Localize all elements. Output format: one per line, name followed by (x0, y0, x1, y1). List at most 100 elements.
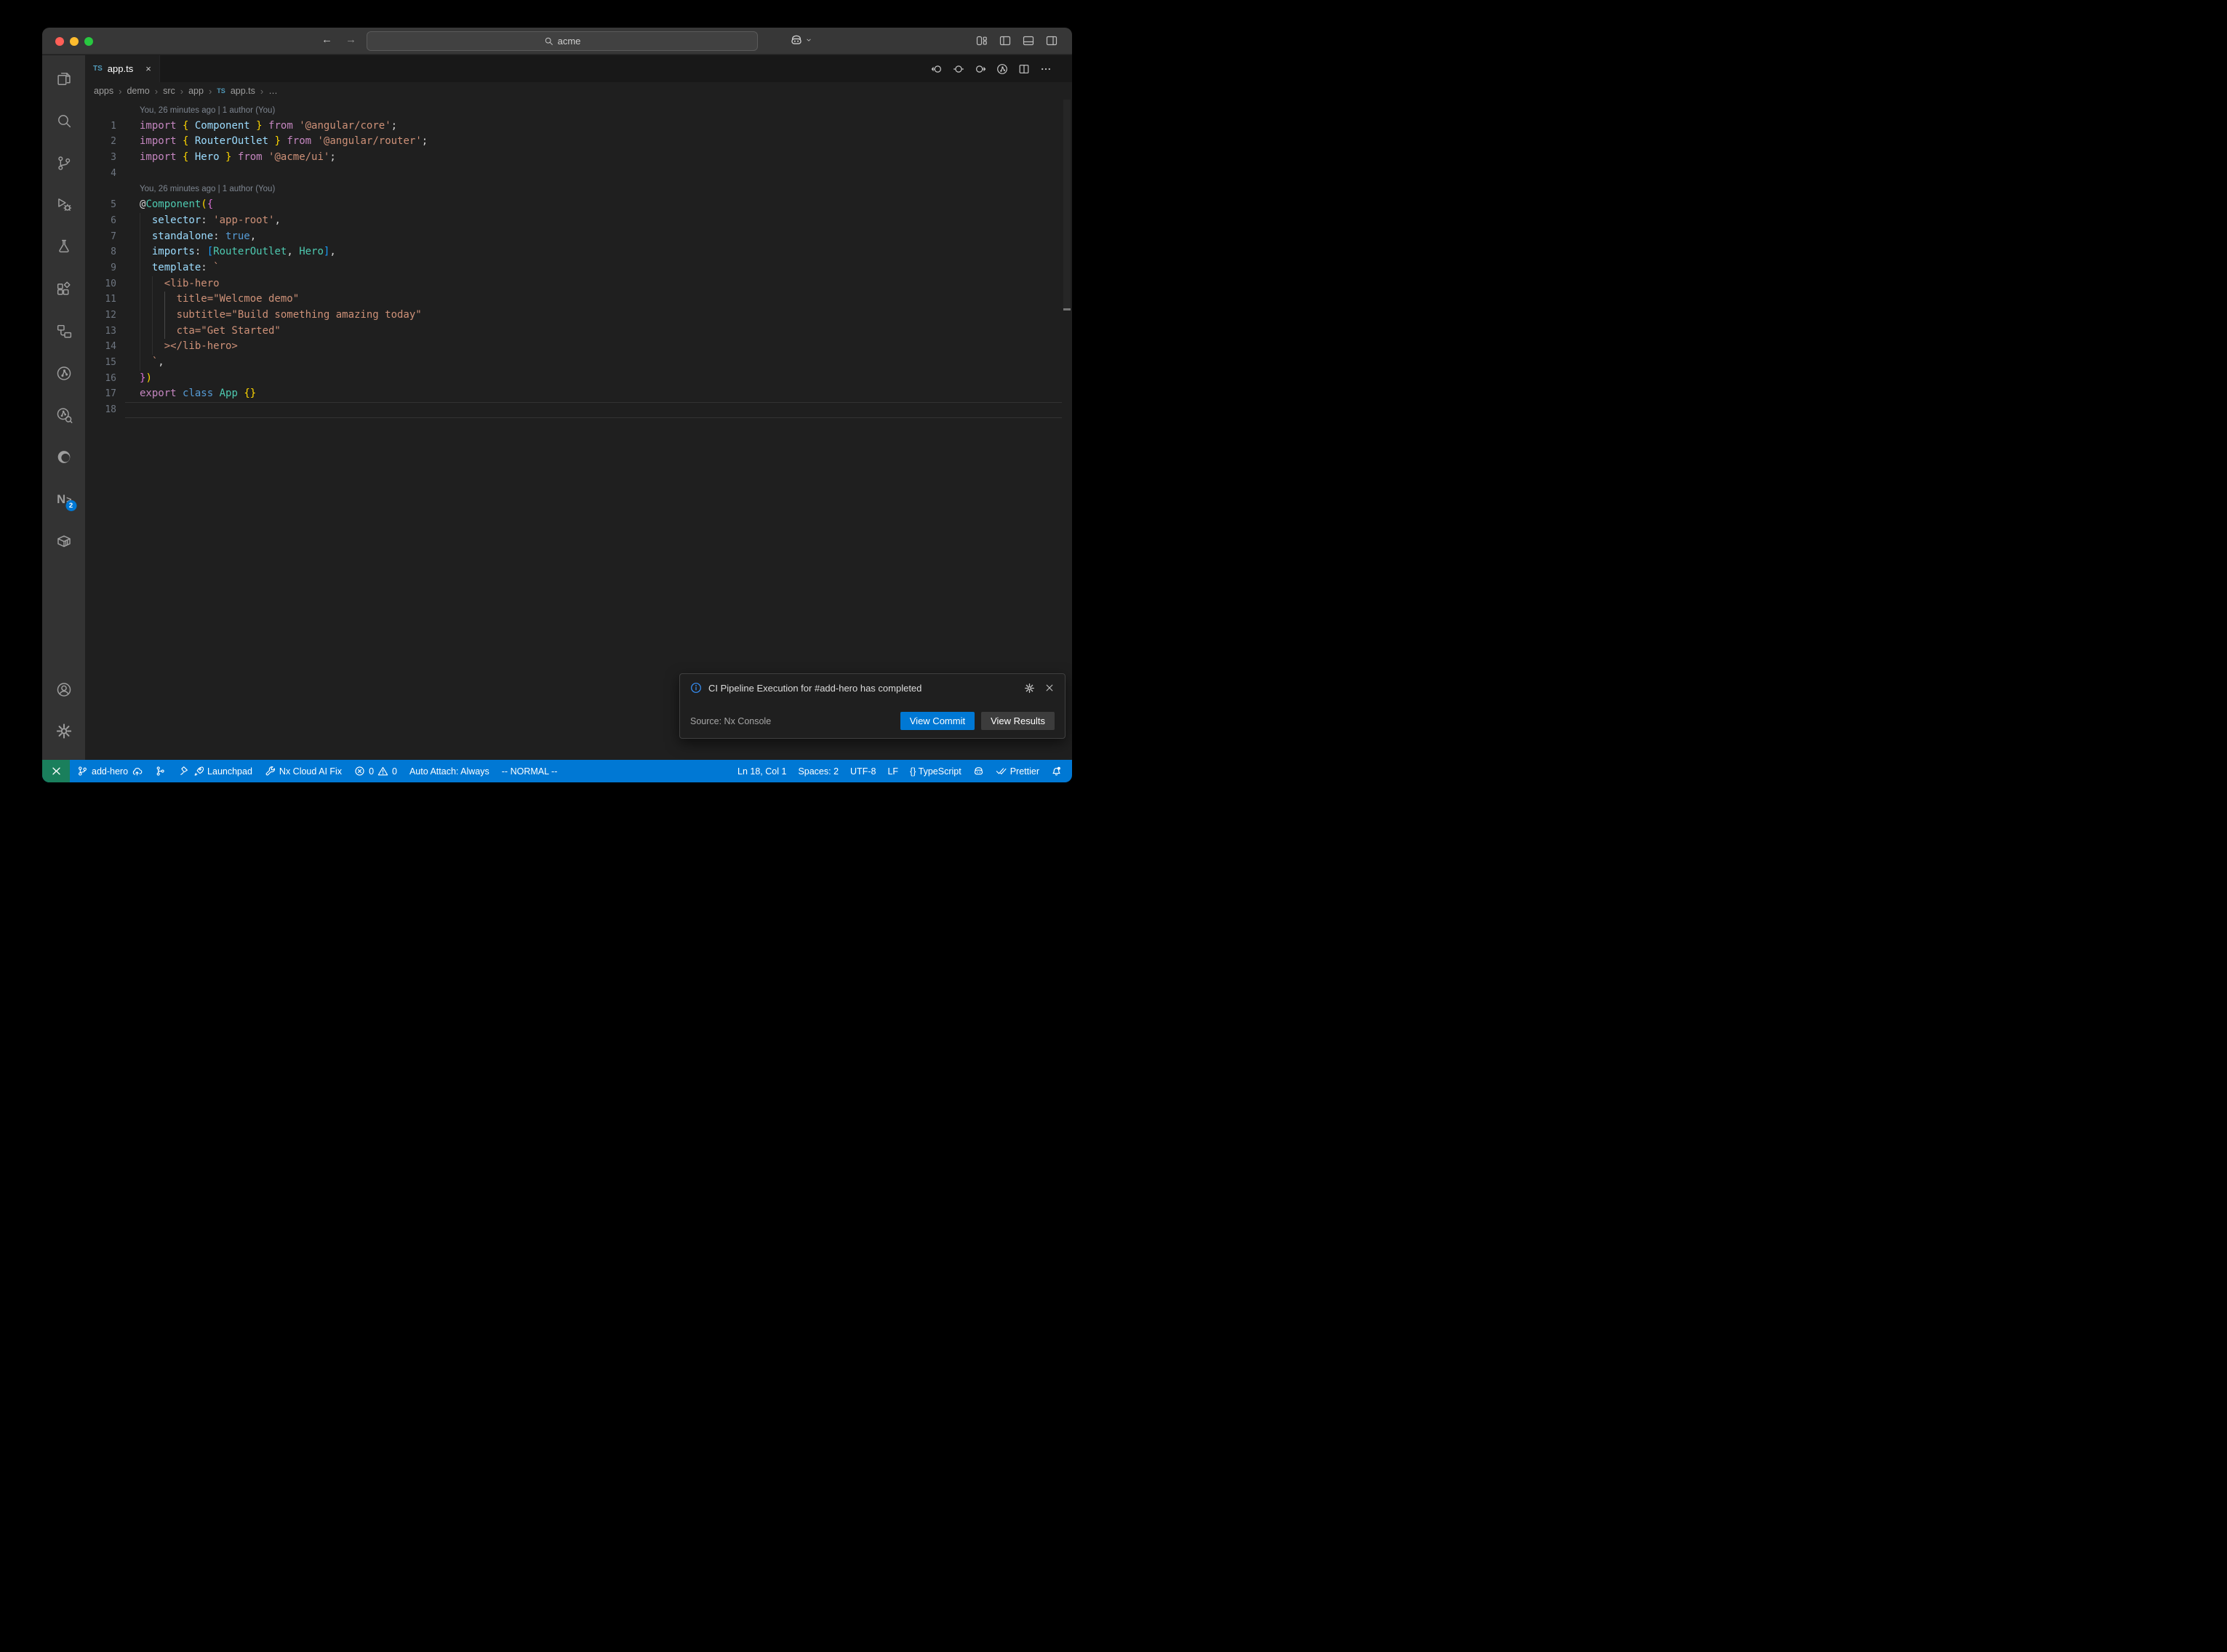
activity-item-containers[interactable] (55, 532, 73, 550)
zoom-button[interactable] (84, 37, 93, 46)
close-tab-icon[interactable]: × (145, 63, 151, 74)
line-number: 15 (85, 355, 116, 371)
statusbar-item-git-graph[interactable] (155, 766, 166, 777)
breadcrumb-item[interactable]: src (163, 86, 175, 96)
status-bar: add-hero Launchpad Nx Cloud AI Fix 00 Auto A… (42, 760, 1072, 782)
git-branch-icon (77, 766, 88, 777)
line-number: 6 (85, 213, 116, 229)
activity-item-edge-tools[interactable] (55, 448, 73, 466)
activity-item-extensions[interactable] (55, 280, 73, 298)
line-content: selector: 'app-root', (140, 213, 281, 229)
line-number: 4 (85, 166, 116, 182)
wrench-icon (265, 766, 276, 777)
nav-forward-circle-icon[interactable] (975, 63, 986, 75)
code-line: 4 (85, 166, 1072, 182)
statusbar-label: 0 (369, 766, 374, 777)
command-center-search[interactable]: acme (367, 31, 758, 51)
rocket-icon (193, 766, 204, 777)
desktop: ← → acme N>2 TS app.ts × (0, 0, 1114, 826)
chevron-down-icon (805, 36, 812, 44)
statusbar-item-problems[interactable]: 00 (354, 766, 397, 777)
breadcrumb-separator: › (260, 86, 263, 97)
toggle-secondary-sidebar-icon[interactable] (1046, 35, 1057, 47)
statusbar-item-eol[interactable]: LF (887, 766, 898, 777)
minimize-button[interactable] (70, 37, 79, 46)
breadcrumb-overflow[interactable]: … (268, 86, 278, 96)
toggle-panel-icon[interactable] (1023, 35, 1034, 47)
statusbar-item-auto-attach[interactable]: Auto Attach: Always (409, 766, 489, 777)
remote-indicator[interactable] (42, 760, 70, 782)
statusbar-item-indentation[interactable]: Spaces: 2 (798, 766, 839, 777)
line-content: import { Component } from '@angular/core… (140, 119, 397, 135)
activity-item-explorer[interactable] (55, 70, 73, 88)
activity-item-source-control[interactable] (55, 154, 73, 172)
activity-item-testing[interactable] (55, 238, 73, 256)
statusbar-label: UTF-8 (850, 766, 876, 777)
navigate-forward-button[interactable]: → (345, 33, 356, 46)
breadcrumb-item[interactable]: app (188, 86, 204, 96)
line-number: 3 (85, 150, 116, 166)
breadcrumb-item[interactable]: demo (127, 86, 149, 96)
nav-back-circle-icon[interactable] (931, 63, 943, 75)
statusbar-item-nx-cloud-ai-fix[interactable]: Nx Cloud AI Fix (265, 766, 342, 777)
close-button[interactable] (55, 37, 64, 46)
view-commit-button[interactable]: View Commit (900, 712, 975, 730)
breadcrumb-item[interactable]: apps (94, 86, 113, 96)
view-results-button[interactable]: View Results (981, 712, 1055, 730)
activity-item-run-and-debug[interactable] (55, 196, 73, 214)
copilot-icon (973, 766, 984, 777)
statusbar-item-copilot[interactable] (973, 766, 984, 777)
current-line-highlight (125, 402, 1062, 418)
customize-layout-icon[interactable] (976, 35, 988, 47)
line-content: cta="Get Started" (140, 324, 281, 340)
code-line: 16}) (85, 371, 1072, 387)
line-content: ></lib-hero> (140, 339, 238, 355)
copilot-menu-button[interactable] (790, 33, 812, 47)
split-editor-icon[interactable] (1018, 63, 1030, 75)
activity-item-nx-project-details[interactable] (55, 322, 73, 340)
window-controls (55, 37, 93, 46)
statusbar-item-notifications[interactable] (1051, 766, 1062, 777)
notification-settings-gear-icon[interactable] (1024, 683, 1035, 694)
notification-source: Source: Nx Console (690, 716, 900, 726)
statusbar-item-prettier[interactable]: Prettier (996, 766, 1039, 777)
scrollbar[interactable] (1063, 100, 1071, 310)
notification-close-icon[interactable] (1044, 683, 1055, 693)
statusbar-label: Nx Cloud AI Fix (279, 766, 342, 777)
statusbar-item-vim-mode[interactable]: -- NORMAL -- (502, 766, 558, 777)
statusbar-item-encoding[interactable]: UTF-8 (850, 766, 876, 777)
statusbar-item-branch-add-hero[interactable]: add-hero (77, 766, 143, 777)
nav-circle-icon[interactable] (953, 63, 964, 75)
cloud-upload-icon (132, 766, 143, 777)
search-value: acme (558, 36, 581, 47)
toggle-primary-sidebar-icon[interactable] (999, 35, 1011, 47)
breadcrumb-separator: › (180, 86, 183, 97)
activity-item-nx-graph[interactable] (55, 364, 73, 382)
code-line: 1import { Component } from '@angular/cor… (85, 119, 1072, 135)
more-actions-icon[interactable] (1040, 63, 1052, 75)
code-editor[interactable]: You, 26 minutes ago | 1 author (You)1imp… (85, 100, 1072, 760)
double-check-icon (996, 766, 1007, 777)
line-content: export class App {} (140, 386, 256, 402)
activity-item-accounts[interactable] (55, 681, 73, 699)
activity-item-nx-graph-search[interactable] (55, 406, 73, 424)
tab-app-ts[interactable]: TS app.ts × (85, 55, 160, 82)
titlebar: ← → acme (42, 28, 1072, 55)
activity-item-nx-console[interactable]: N>2 (55, 490, 73, 508)
line-content: import { RouterOutlet } from '@angular/r… (140, 134, 428, 150)
statusbar-label: LF (887, 766, 898, 777)
activity-bar: N>2 (42, 55, 85, 760)
remote-icon (51, 766, 62, 777)
activity-item-search[interactable] (55, 112, 73, 130)
statusbar-item-language[interactable]: {} TypeScript (910, 766, 961, 777)
statusbar-item-launchpad[interactable]: Launchpad (178, 766, 252, 777)
statusbar-item-cursor-position[interactable]: Ln 18, Col 1 (737, 766, 786, 777)
graph-circle-icon[interactable] (996, 63, 1008, 75)
navigate-back-button[interactable]: ← (321, 33, 332, 46)
line-content: title="Welcmoe demo" (140, 292, 299, 308)
line-content: subtitle="Build something amazing today" (140, 308, 422, 324)
activity-item-settings[interactable] (55, 722, 73, 740)
breadcrumb-item-file[interactable]: app.ts (231, 86, 255, 96)
search-icon (544, 36, 553, 46)
line-number: 8 (85, 244, 116, 260)
